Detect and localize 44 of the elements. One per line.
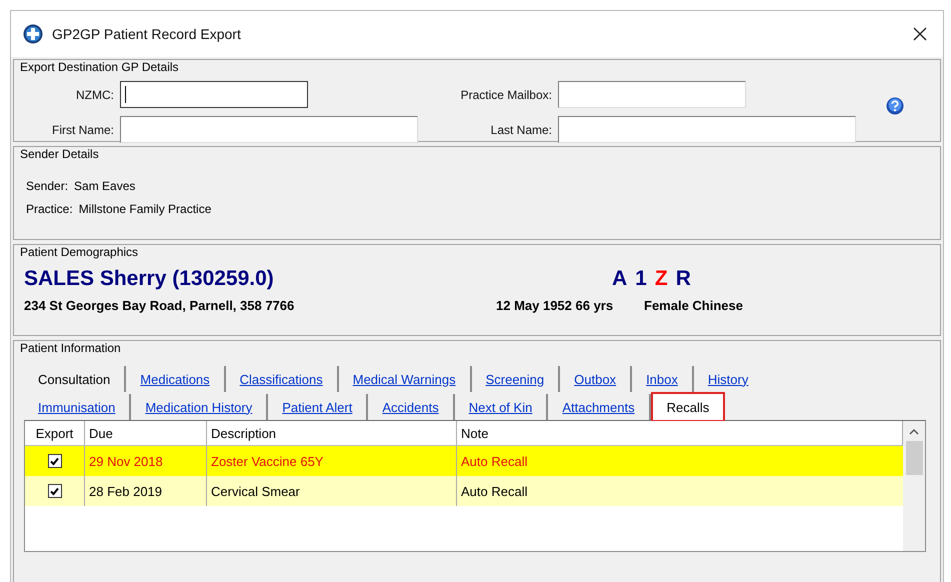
checkbox[interactable] bbox=[48, 484, 62, 498]
medical-cross-icon bbox=[23, 24, 43, 44]
input-field[interactable] bbox=[120, 81, 308, 108]
field-label: Sender: bbox=[26, 178, 68, 192]
text-cursor bbox=[125, 86, 126, 103]
group-label: Patient Information bbox=[20, 341, 122, 355]
table-row[interactable]: 28 Feb 2019 Cervical Smear Auto Recall bbox=[25, 476, 903, 506]
group-label: Sender Details bbox=[20, 147, 100, 161]
patient-gender-ethnicity: Female Chinese bbox=[644, 298, 743, 312]
field-value: Millstone Family Practice bbox=[78, 202, 212, 216]
input-field[interactable] bbox=[120, 116, 418, 143]
patient-address: 234 St Georges Bay Road, Parnell, 358 7766 bbox=[24, 298, 296, 312]
scrollbar[interactable] bbox=[903, 421, 925, 551]
help-icon[interactable] bbox=[886, 97, 904, 115]
table-cell: 28 Feb 2019 bbox=[85, 476, 207, 506]
column-header[interactable]: Due bbox=[85, 421, 207, 445]
input-field[interactable] bbox=[558, 81, 746, 108]
status-flag-label: 1 bbox=[635, 267, 647, 291]
field-label: First Name: bbox=[50, 122, 115, 136]
checkbox[interactable] bbox=[48, 454, 62, 468]
field-value: Sam Eaves bbox=[74, 178, 136, 192]
group-label: Export Destination GP Details bbox=[20, 60, 180, 74]
patient-dob: 12 May 1952 66 yrs bbox=[496, 298, 614, 312]
tab[interactable]: Recalls bbox=[650, 392, 726, 422]
table-cell-text: Auto Recall bbox=[460, 482, 528, 500]
group-label: Patient Demographics bbox=[20, 245, 140, 259]
column-header[interactable]: Description bbox=[207, 421, 457, 445]
field-label: Practice Mailbox: bbox=[460, 88, 553, 102]
status-flag-label: A bbox=[612, 267, 628, 291]
table-cell: Cervical Smear bbox=[207, 476, 457, 506]
status-flag-label: Z bbox=[654, 267, 668, 291]
patient-name: SALES Sherry (130259.0) bbox=[24, 267, 275, 291]
field-label: NZMC: bbox=[75, 88, 115, 102]
table-cell-text: Auto Recall bbox=[460, 452, 528, 470]
field-label: Last Name: bbox=[490, 122, 553, 136]
scroll-up-icon[interactable] bbox=[909, 429, 919, 435]
table-row[interactable]: 29 Nov 2018 Zoster Vaccine 65Y Auto Recall bbox=[25, 446, 903, 476]
window-title: GP2GP Patient Record Export bbox=[52, 26, 241, 42]
status-flag-label: R bbox=[676, 267, 691, 291]
column-header[interactable]: Export bbox=[25, 421, 85, 445]
close-icon[interactable] bbox=[913, 27, 927, 41]
scrollbar-thumb[interactable] bbox=[906, 441, 922, 475]
field-label: Practice: bbox=[26, 202, 73, 216]
input-field[interactable] bbox=[558, 116, 856, 143]
